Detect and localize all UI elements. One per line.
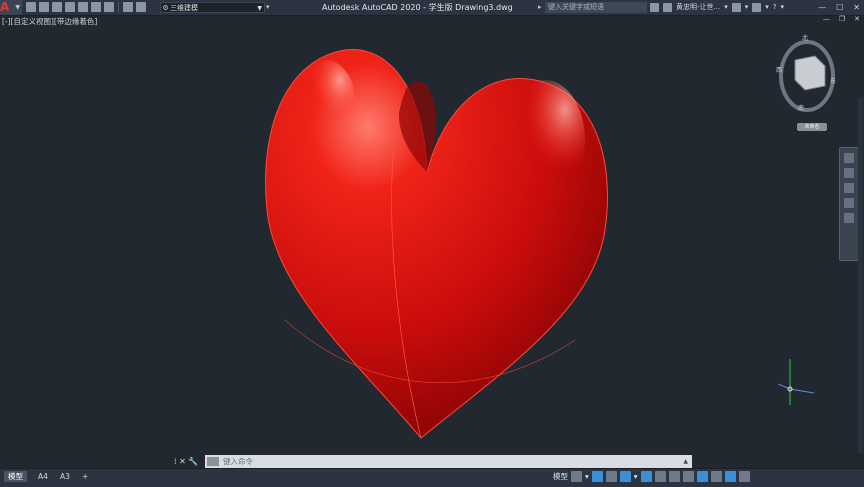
chevron-up-icon[interactable]: ▲	[683, 455, 688, 468]
chevron-down-icon[interactable]: ▾	[585, 472, 589, 481]
save-as-icon[interactable]	[65, 2, 75, 12]
minimize-icon[interactable]: —	[823, 15, 830, 23]
lineweight-icon[interactable]	[654, 471, 666, 482]
chevron-down-icon[interactable]: ▾	[745, 0, 749, 15]
close-icon[interactable]: ✕	[853, 0, 860, 15]
chevron-down-icon[interactable]: ▾	[724, 0, 728, 15]
svg-text:西: 西	[776, 67, 782, 74]
ucs-axes	[777, 359, 815, 405]
chevron-down-icon: ▼	[15, 4, 20, 11]
help-icon[interactable]: ?	[773, 0, 777, 15]
restore-icon[interactable]: ❐	[839, 15, 845, 23]
annotation-scale-icon[interactable]	[696, 471, 708, 482]
heart-3d-model[interactable]	[255, 40, 615, 449]
model-space-toggle[interactable]: 模型	[553, 471, 568, 482]
command-placeholder: 键入命令	[223, 457, 253, 466]
showmotion-icon[interactable]	[844, 213, 854, 223]
pan-icon[interactable]	[844, 168, 854, 178]
transparency-icon[interactable]	[668, 471, 680, 482]
app-letter: A	[0, 0, 10, 14]
snap-icon[interactable]	[591, 471, 603, 482]
undo-icon[interactable]	[123, 2, 133, 12]
minimize-icon[interactable]: —	[818, 0, 826, 15]
ortho-icon[interactable]	[605, 471, 617, 482]
chevron-down-icon[interactable]: ▾	[765, 0, 769, 15]
status-tools: 模型 ▾ ▾	[553, 471, 750, 482]
user-name[interactable]: 黄忠明-让世...	[676, 0, 720, 15]
gear-icon[interactable]	[710, 471, 722, 482]
tab-a4[interactable]: A4	[34, 471, 52, 482]
maximize-icon[interactable]: ☐	[836, 0, 843, 15]
customize-icon[interactable]	[738, 471, 750, 482]
window-controls: — ☐ ✕	[818, 0, 860, 15]
open-web-icon[interactable]	[78, 2, 88, 12]
close-icon[interactable]: ✕	[179, 457, 186, 466]
polar-icon[interactable]	[619, 471, 631, 482]
application-menu-button[interactable]: A ▼	[0, 0, 22, 15]
document-controls: — ❐ ✕	[823, 15, 860, 23]
grip-icon[interactable]: ⁞	[174, 457, 177, 466]
chevron-down-icon: ▼	[257, 5, 262, 12]
workspace-select[interactable]: ⚙三维建模 ▼	[160, 2, 265, 13]
orbit-icon[interactable]	[844, 198, 854, 208]
navigation-bar	[839, 147, 859, 261]
heart-shape	[265, 49, 608, 439]
ucs-icon	[777, 355, 818, 414]
viewcube[interactable]: 北 西 东 南	[770, 28, 840, 138]
command-line-controls: ⁞ ✕ 🔧	[174, 455, 204, 468]
customize-toolbar-icon[interactable]: ▾	[266, 0, 270, 15]
wcs-menu-button[interactable]: 未命名	[797, 123, 827, 131]
infocenter-tools: 黄忠明-让世... ▾ ▾ ▾ ? ▾	[650, 0, 784, 15]
binoculars-icon[interactable]	[650, 3, 659, 12]
save-icon[interactable]	[52, 2, 62, 12]
add-layout-button[interactable]: +	[78, 471, 92, 482]
window-title: Autodesk AutoCAD 2020 - 学生版 Drawing3.dwg	[322, 3, 513, 12]
grid-icon[interactable]	[571, 471, 582, 482]
plot-icon[interactable]	[104, 2, 114, 12]
cart-icon[interactable]	[731, 3, 741, 12]
gear-icon: ⚙	[162, 4, 169, 12]
osnap-icon[interactable]	[640, 471, 652, 482]
wrench-icon[interactable]: 🔧	[188, 457, 198, 466]
close-icon[interactable]: ✕	[854, 15, 860, 23]
workspace-switch-icon[interactable]	[724, 471, 736, 482]
tab-model[interactable]: 模型	[4, 471, 27, 482]
svg-text:南: 南	[798, 104, 804, 112]
svg-text:东: 东	[830, 77, 836, 85]
svg-text:北: 北	[802, 34, 808, 42]
title-bar: A ▼ ⚙三维建模 ▼ ▾ Autodesk AutoCAD 2020 - 学生…	[0, 0, 864, 16]
viewport-controls-label[interactable]: [-][自定义视图][带边缘着色]	[2, 16, 97, 27]
command-line: ⁞ ✕ 🔧 键入命令 ▲	[174, 455, 692, 468]
chevron-right-icon[interactable]: ▸	[538, 0, 542, 15]
redo-icon[interactable]	[136, 2, 146, 12]
toolbar-separator	[118, 2, 119, 12]
vertical-scrollbar[interactable]	[858, 98, 863, 453]
selection-cycling-icon[interactable]	[682, 471, 694, 482]
steering-wheel-icon[interactable]	[844, 153, 854, 163]
new-file-icon[interactable]	[26, 2, 36, 12]
zoom-icon[interactable]	[844, 183, 854, 193]
viewcube-compass: 北 西 东 南	[776, 34, 836, 112]
search-input[interactable]: 键入关键字或短语	[545, 2, 647, 13]
user-icon[interactable]	[663, 3, 672, 12]
open-folder-icon[interactable]	[39, 2, 49, 12]
tab-a3[interactable]: A3	[56, 471, 74, 482]
status-bar: 模型 A4 A3 + 模型 ▾ ▾	[0, 468, 864, 487]
command-input[interactable]: 键入命令 ▲	[205, 455, 692, 468]
command-prompt-icon[interactable]	[207, 457, 219, 466]
workspace-label: 三维建模	[170, 4, 198, 12]
save-web-icon[interactable]	[91, 2, 101, 12]
quick-access-toolbar	[26, 2, 146, 13]
chevron-down-icon[interactable]: ▾	[780, 0, 784, 15]
share-icon[interactable]	[752, 3, 762, 12]
chevron-down-icon[interactable]: ▾	[634, 472, 638, 481]
